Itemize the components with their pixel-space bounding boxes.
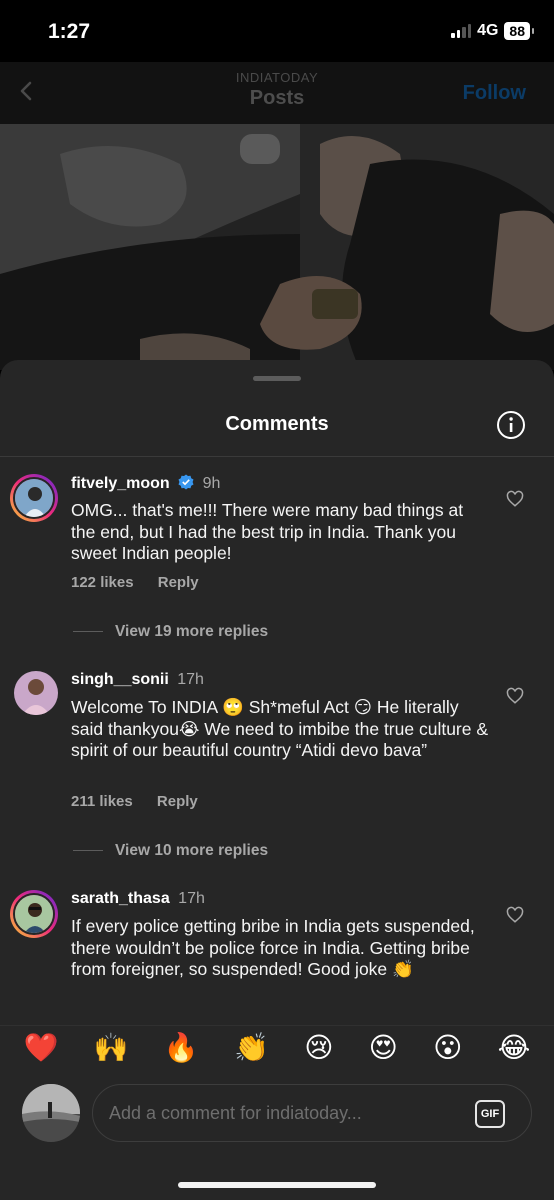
likes-count[interactable]: 122 likes bbox=[71, 574, 134, 591]
post-image bbox=[0, 124, 554, 370]
post-header: INDIATODAY Posts Follow bbox=[0, 62, 554, 124]
comment-header: sarath_thasa 17h bbox=[71, 890, 205, 908]
comment-input[interactable] bbox=[109, 1085, 469, 1141]
emoji-heart-button[interactable]: ❤️ bbox=[24, 1026, 59, 1069]
my-avatar bbox=[22, 1084, 80, 1142]
view-more-replies[interactable]: View 19 more replies bbox=[73, 623, 268, 641]
view-more-replies[interactable]: View 10 more replies bbox=[73, 842, 268, 860]
heart-icon[interactable] bbox=[506, 490, 524, 508]
comment-time: 17h bbox=[178, 890, 205, 907]
comment-meta: 211 likes Reply bbox=[71, 793, 218, 810]
heart-icon[interactable] bbox=[506, 906, 524, 924]
comment-item: singh__sonii 17h Welcome To INDIA 🙄 Sh*m… bbox=[0, 671, 554, 861]
sheet-grabber[interactable] bbox=[253, 376, 301, 381]
comment-header: fitvely_moon 9h bbox=[71, 474, 220, 493]
sheet-divider bbox=[0, 456, 554, 457]
info-icon[interactable] bbox=[496, 410, 526, 440]
avatar[interactable] bbox=[10, 474, 58, 522]
comment-time: 9h bbox=[202, 475, 221, 492]
comment-item: sarath_thasa 17h If every police getting… bbox=[0, 890, 554, 1020]
comment-header: singh__sonii 17h bbox=[71, 671, 204, 689]
avatar[interactable] bbox=[10, 890, 58, 938]
emoji-laughing-button[interactable]: 😂 bbox=[498, 1026, 531, 1069]
avatar-image bbox=[13, 477, 55, 519]
comment-username[interactable]: sarath_thasa bbox=[71, 890, 170, 907]
gif-button[interactable]: GIF bbox=[475, 1100, 505, 1128]
verified-badge-icon bbox=[178, 474, 194, 490]
avatar-image bbox=[13, 893, 55, 935]
comments-sheet: Comments fitvely_moon 9h OMG... that's m… bbox=[0, 360, 554, 1200]
emoji-fire-button[interactable]: 🔥 bbox=[164, 1026, 199, 1069]
comment-text: Welcome To INDIA 🙄 Sh*meful Act 😏 He lit… bbox=[71, 697, 489, 760]
home-indicator bbox=[178, 1182, 376, 1188]
status-time: 1:27 bbox=[48, 20, 91, 43]
comment-meta: 122 likes Reply bbox=[71, 574, 219, 591]
signal-icon bbox=[451, 24, 472, 38]
comment-text: OMG... that's me!!! There were many bad … bbox=[71, 500, 464, 563]
comment-text: If every police getting bribe in India g… bbox=[71, 916, 475, 979]
emoji-raised-hands-button[interactable]: 🙌 bbox=[94, 1026, 129, 1069]
network-label: 4G bbox=[477, 22, 499, 39]
post-image-graphic bbox=[0, 124, 554, 370]
follow-button[interactable]: Follow bbox=[463, 82, 526, 105]
comment-username[interactable]: fitvely_moon bbox=[71, 475, 170, 492]
heart-icon[interactable] bbox=[506, 687, 524, 705]
reply-button[interactable]: Reply bbox=[158, 574, 199, 591]
emoji-reaction-bar: ❤️ 🙌 🔥 👏 😢 😍 😮 😂 bbox=[0, 1025, 554, 1069]
likes-count[interactable]: 211 likes bbox=[71, 793, 133, 810]
emoji-clap-button[interactable]: 👏 bbox=[234, 1026, 269, 1069]
sheet-title: Comments bbox=[225, 413, 329, 435]
status-bar: 1:27 4G 88 bbox=[0, 0, 554, 62]
comment-time: 17h bbox=[177, 671, 204, 688]
comment-input-bar: GIF bbox=[0, 1080, 554, 1150]
emoji-crying-button[interactable]: 😢 bbox=[304, 1026, 333, 1069]
reply-button[interactable]: Reply bbox=[157, 793, 198, 810]
comment-field[interactable]: GIF bbox=[92, 1084, 532, 1142]
comment-username[interactable]: singh__sonii bbox=[71, 671, 169, 688]
emoji-heart-eyes-button[interactable]: 😍 bbox=[369, 1026, 398, 1069]
status-indicators: 4G 88 bbox=[451, 22, 534, 40]
battery-icon: 88 bbox=[504, 22, 534, 40]
comment-item: fitvely_moon 9h OMG... that's me!!! Ther… bbox=[0, 474, 554, 640]
emoji-surprised-button[interactable]: 😮 bbox=[433, 1026, 462, 1069]
avatar[interactable] bbox=[14, 671, 58, 715]
